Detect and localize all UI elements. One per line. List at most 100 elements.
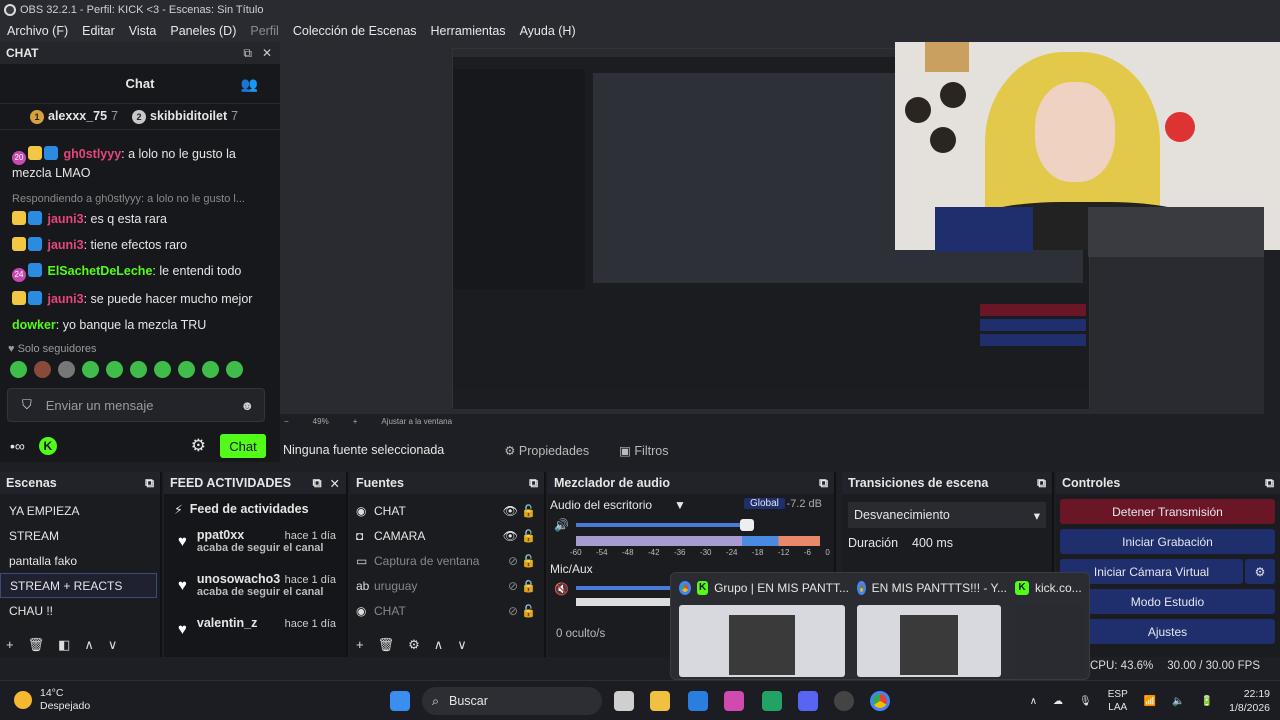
- discord-icon[interactable]: [798, 691, 818, 711]
- clock[interactable]: 22:19 1/8/2026: [1229, 687, 1270, 715]
- emote-icon[interactable]: [154, 361, 171, 378]
- source-item[interactable]: ◉ CHAT 👁 🔓: [350, 498, 544, 523]
- chat-send-button[interactable]: Chat: [220, 434, 266, 458]
- float-icon[interactable]: ⧉: [1037, 476, 1046, 491]
- source-item[interactable]: ◘ CAMARA 👁 🔓: [350, 523, 544, 548]
- badge-icon: [12, 291, 26, 305]
- start-record-button[interactable]: Iniciar Grabación: [1060, 529, 1275, 554]
- menu-vista[interactable]: Vista: [122, 24, 164, 38]
- menu-perfil[interactable]: Perfil: [243, 24, 285, 38]
- up-icon[interactable]: ∧: [84, 637, 94, 653]
- window-thumbnail[interactable]: [857, 605, 1001, 677]
- duration-input[interactable]: 400 ms: [912, 536, 953, 550]
- taskbar-search[interactable]: ⌕ Buscar: [422, 687, 602, 715]
- speaker-icon[interactable]: 🔊: [554, 518, 569, 532]
- stop-stream-button[interactable]: Detener Transmisión: [1060, 499, 1275, 524]
- obs-icon[interactable]: [834, 691, 854, 711]
- studio-mode-button[interactable]: Modo Estudio: [1060, 589, 1275, 614]
- settings-button[interactable]: Ajustes: [1060, 619, 1275, 644]
- float-icon[interactable]: ⧉: [529, 476, 538, 491]
- close-icon[interactable]: ✕: [330, 476, 340, 491]
- emote-icon[interactable]: [106, 361, 123, 378]
- add-icon[interactable]: +: [6, 637, 14, 653]
- properties-button[interactable]: ⚙ Propiedades: [504, 443, 589, 458]
- fit-window[interactable]: Ajustar a la ventana: [381, 417, 452, 426]
- menu-ayuda[interactable]: Ayuda (H): [513, 24, 583, 38]
- emote-icon[interactable]: [130, 361, 147, 378]
- scene-item[interactable]: YA EMPIEZA: [0, 498, 157, 523]
- language-indicator[interactable]: ESP LAA: [1108, 688, 1128, 714]
- transition-select[interactable]: Desvanecimiento ▾: [848, 502, 1046, 528]
- float-icon[interactable]: ⧉: [243, 46, 252, 61]
- scene-item[interactable]: STREAM: [0, 523, 157, 548]
- file-explorer-icon[interactable]: [650, 691, 670, 711]
- menu-coleccion[interactable]: Colección de Escenas: [286, 24, 424, 38]
- down-icon[interactable]: ∨: [108, 637, 118, 653]
- close-icon[interactable]: ✕: [262, 46, 272, 61]
- trash-icon[interactable]: 🗑: [378, 637, 395, 653]
- trash-icon[interactable]: 🗑: [28, 637, 45, 653]
- chevron-down-icon[interactable]: ▼: [674, 498, 686, 512]
- popup-tab[interactable]: Kkick.co...: [1015, 581, 1087, 595]
- chrome-icon[interactable]: [870, 691, 890, 711]
- chat-input[interactable]: ⛉ Enviar un mensaje ☻: [7, 388, 265, 422]
- menu-herramientas[interactable]: Herramientas: [424, 24, 513, 38]
- menu-archivo[interactable]: Archivo (F): [0, 24, 75, 38]
- chevron-up-icon[interactable]: ∧: [1030, 696, 1037, 707]
- mic-icon[interactable]: 🎙: [1079, 696, 1092, 707]
- float-icon[interactable]: ⧉: [145, 476, 154, 491]
- infinity-icon[interactable]: •∞: [10, 438, 25, 454]
- volume-icon[interactable]: 🔈: [1172, 696, 1184, 707]
- gear-icon[interactable]: ⚙: [191, 436, 206, 456]
- preview-area[interactable]: [280, 42, 1280, 414]
- virtual-cam-settings-icon[interactable]: ⚙: [1245, 559, 1275, 584]
- emote-icon[interactable]: [58, 361, 75, 378]
- app-icon[interactable]: [688, 691, 708, 711]
- filter-icon[interactable]: ◧: [58, 637, 70, 653]
- float-icon[interactable]: ⧉: [1265, 476, 1274, 491]
- emoji-icon[interactable]: ☻: [240, 398, 254, 413]
- emote-icon[interactable]: [226, 361, 243, 378]
- emote-icon[interactable]: [178, 361, 195, 378]
- mic-slider[interactable]: [576, 586, 676, 590]
- cloud-icon[interactable]: ☁: [1053, 696, 1063, 707]
- emote-icon[interactable]: [10, 361, 27, 378]
- mic-muted-icon[interactable]: 🔇: [554, 582, 569, 596]
- wifi-icon[interactable]: 📶: [1144, 696, 1156, 707]
- source-item[interactable]: ◉ CHAT ⊘ 🔓: [350, 598, 544, 623]
- filters-button[interactable]: ▣ Filtros: [619, 443, 668, 458]
- popup-tab[interactable]: EN MIS PANTTTS!!! - Y...: [857, 581, 1007, 595]
- scene-item[interactable]: pantalla fako: [0, 548, 157, 573]
- source-item[interactable]: ab uruguay ⊘ 🔒: [350, 573, 544, 598]
- weather-widget[interactable]: 14°C Despejado: [14, 687, 90, 713]
- kick-icon[interactable]: K: [38, 437, 57, 455]
- excel-icon[interactable]: [762, 691, 782, 711]
- source-item[interactable]: ▭ Captura de ventana ⊘ 🔓: [350, 548, 544, 573]
- gear-icon[interactable]: ⚙: [408, 637, 420, 653]
- up-icon[interactable]: ∧: [434, 637, 444, 653]
- add-icon[interactable]: +: [356, 637, 364, 653]
- emote-icon[interactable]: [202, 361, 219, 378]
- scene-item-selected[interactable]: STREAM + REACTS: [0, 573, 157, 598]
- task-view-icon[interactable]: [614, 691, 634, 711]
- float-icon[interactable]: ⧉: [313, 476, 322, 491]
- window-thumbnail[interactable]: [1015, 605, 1085, 677]
- volume-slider[interactable]: [576, 523, 752, 527]
- copilot-icon[interactable]: [724, 691, 744, 711]
- down-icon[interactable]: ∨: [457, 637, 467, 653]
- popup-tab[interactable]: K Grupo | EN MIS PANTT...: [679, 581, 849, 595]
- battery-icon[interactable]: 🔋: [1201, 696, 1213, 707]
- slider-handle[interactable]: [740, 519, 754, 531]
- reply-context: Respondiendo a gh0stlyyy: a lolo no le g…: [12, 193, 245, 205]
- emote-icon[interactable]: [82, 361, 99, 378]
- zoom-in-icon[interactable]: +: [353, 417, 358, 426]
- float-icon[interactable]: ⧉: [819, 476, 828, 491]
- users-icon[interactable]: 👥: [241, 76, 258, 93]
- windows-start-icon[interactable]: [390, 691, 410, 711]
- emote-icon[interactable]: [34, 361, 51, 378]
- menu-paneles[interactable]: Paneles (D): [163, 24, 243, 38]
- zoom-out-icon[interactable]: −: [284, 417, 289, 426]
- window-thumbnail[interactable]: [679, 605, 845, 677]
- menu-editar[interactable]: Editar: [75, 24, 122, 38]
- scene-item[interactable]: CHAU !!: [0, 598, 157, 623]
